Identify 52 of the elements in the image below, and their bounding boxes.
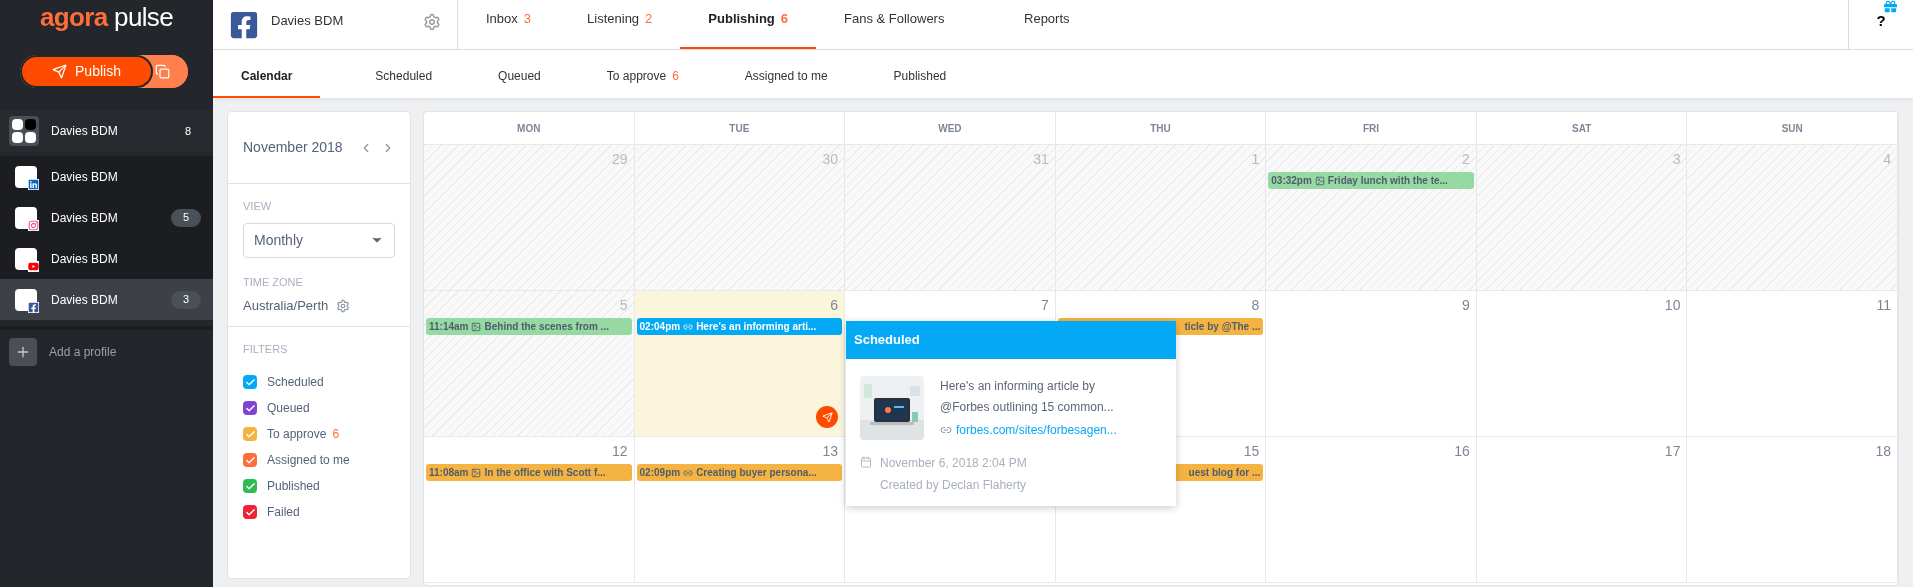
weekday-header: MON [424,112,635,144]
profile-name: Davies BDM [51,123,119,140]
filter-label: Published [267,478,320,495]
day-number: 16 [1454,442,1471,461]
day-number: 4 [1883,150,1892,169]
view-label: VIEW [243,199,273,214]
timezone-label: TIME ZONE [243,274,304,290]
filter-label: Assigned to me [267,452,350,469]
filters-label: FILTERS [243,341,289,357]
day-number: 13 [822,442,840,461]
day-number: 2 [1462,150,1471,169]
profile-name: Davies BDM [51,291,119,309]
day-number: 15 [1243,442,1261,461]
day-number: 10 [1664,296,1682,315]
weekday-header: THU [1055,112,1267,144]
filter-label: To approve 6 [267,426,340,443]
weekday-header: FRI [1266,112,1477,144]
day-number: 5 [619,296,629,315]
weekday-header: SUN [1687,112,1898,144]
profile-count: 8 [184,123,192,139]
day-number: 11 [1876,296,1892,315]
day-number: 6 [830,296,840,315]
profile-count-badge: 5 [170,208,201,227]
month-label: November 2018 [243,138,344,157]
day-number: 18 [1875,442,1892,461]
post-date: November 6, 2018 2:04 PM [880,455,1027,472]
day-number: 7 [1040,296,1050,315]
day-number: 17 [1664,442,1682,461]
post-text: Here's an informing article by @Forbes outlining 15 common... [940,378,1115,416]
page-name: Davies BDM [271,11,345,30]
popover-title: Scheduled [854,331,920,350]
filter-label: Failed [267,504,300,521]
profile-name: Davies BDM [51,250,119,268]
day-number: 30 [822,150,840,169]
day-number: 8 [1251,296,1261,315]
filter-label: Queued [267,400,310,417]
weekday-header: TUE [634,112,846,144]
day-number: 29 [612,150,629,169]
weekday-header: WED [845,112,1056,144]
profile-name: Davies BDM [51,209,119,227]
day-number: 9 [1462,296,1471,315]
weekday-header: SAT [1476,112,1688,144]
post-author: Created by Declan Flaherty [880,477,1027,494]
day-number: 1 [1251,150,1261,169]
day-number: 12 [612,442,629,461]
day-number: 3 [1672,150,1682,169]
profile-count-badge: 3 [170,290,201,309]
logo: agora pulse [39,2,174,32]
profile-name: Davies BDM [51,168,119,186]
timezone-value: Australia/Perth [243,297,329,315]
filter-label: Scheduled [267,374,324,391]
day-number: 31 [1033,150,1050,169]
